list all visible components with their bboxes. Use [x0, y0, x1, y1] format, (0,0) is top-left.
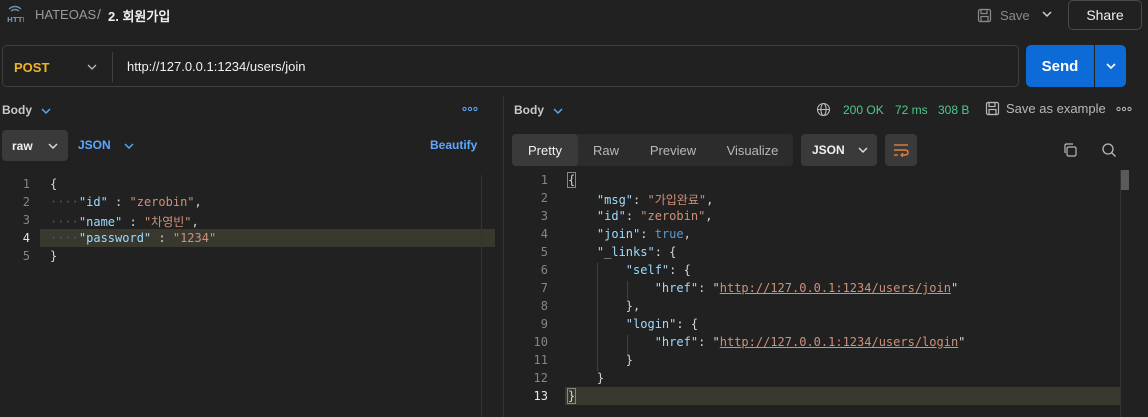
beautify-button[interactable]: Beautify — [430, 138, 477, 152]
code-line: "id": "zerobin", — [596, 209, 713, 223]
line-number: 9 — [540, 317, 548, 331]
save-button[interactable]: Save — [977, 4, 1030, 26]
line-number: 4 — [540, 227, 548, 241]
code-line: } — [568, 371, 605, 385]
code-line: }, — [568, 299, 641, 313]
wrap-lines-icon — [894, 144, 909, 157]
method-select[interactable]: POST — [14, 60, 49, 75]
code-line: } — [568, 353, 634, 367]
chevron-down-icon — [48, 143, 58, 149]
line-number: 3 — [22, 213, 30, 227]
chevron-down-icon — [858, 147, 868, 153]
line-number: 10 — [533, 335, 548, 349]
line-number: 7 — [540, 281, 548, 295]
code-line: "msg": "가입완료", — [596, 193, 714, 207]
request-title[interactable]: 2. 회원가입 — [108, 6, 170, 25]
code-line: "join": true, — [596, 227, 691, 241]
scrollbar-track — [1120, 170, 1121, 417]
save-label: Save — [1000, 7, 1030, 23]
tab-pretty[interactable]: Pretty — [512, 134, 578, 166]
code-line: ····"password" : "1234" — [50, 231, 217, 245]
code-line: "href": "http://127.0.0.1:1234/users/joi… — [654, 281, 959, 295]
chevron-down-icon — [1105, 63, 1116, 70]
response-body-label[interactable]: Body — [514, 103, 544, 117]
line-number: 6 — [540, 263, 548, 277]
chevron-down-icon[interactable] — [552, 105, 564, 117]
line-number: 2 — [22, 195, 30, 209]
send-options-button[interactable] — [1095, 45, 1126, 87]
code-line: ····"name" : "차영빈", — [50, 215, 199, 229]
request-body-label[interactable]: Body — [2, 103, 32, 117]
response-format-select[interactable]: JSON — [801, 134, 877, 166]
body-format-select[interactable]: JSON — [78, 138, 111, 152]
response-view-tabs: Pretty Raw Preview Visualize — [512, 134, 793, 166]
self-link[interactable]: http://127.0.0.1:1234/users/join — [720, 281, 951, 295]
share-button[interactable]: Share — [1068, 0, 1142, 30]
tab-raw[interactable]: Raw — [578, 134, 634, 166]
body-mode-select[interactable]: raw — [2, 130, 68, 161]
top-bar: HTTP HATEOAS / 2. 회원가입 Save Share — [0, 0, 1148, 30]
search-icon[interactable] — [1101, 142, 1117, 158]
response-time[interactable]: 72 ms — [895, 103, 928, 117]
save-icon — [985, 101, 1000, 116]
line-number: 8 — [540, 299, 548, 313]
code-line: "login": { — [625, 317, 699, 331]
line-number: 13 — [533, 389, 548, 403]
code-line: ····"id" : "zerobin", — [50, 195, 202, 209]
login-link[interactable]: http://127.0.0.1:1234/users/login — [720, 335, 958, 349]
save-icon — [977, 8, 992, 22]
line-number: 1 — [22, 177, 30, 191]
current-line-highlight — [565, 387, 1121, 405]
wrap-lines-button[interactable] — [885, 134, 917, 166]
send-button[interactable]: Send — [1026, 45, 1094, 87]
code-line: "href": "http://127.0.0.1:1234/users/log… — [654, 335, 966, 349]
divider — [112, 52, 113, 82]
line-number: 5 — [540, 245, 548, 259]
globe-icon[interactable] — [816, 102, 831, 117]
response-format-label: JSON — [812, 143, 845, 157]
save-as-example-label: Save as example — [1006, 101, 1106, 116]
code-line: } — [50, 249, 58, 263]
code-line: "self": { — [625, 263, 691, 277]
tab-visualize[interactable]: Visualize — [712, 134, 793, 166]
code-line: "_links": { — [596, 245, 677, 259]
breadcrumb-collection[interactable]: HATEOAS — [35, 7, 96, 22]
save-as-example-button[interactable]: Save as example — [985, 101, 1106, 116]
url-bar: POST http://127.0.0.1:1234/users/join — [2, 45, 1019, 87]
scrollbar[interactable] — [1121, 170, 1129, 190]
copy-icon[interactable] — [1062, 142, 1078, 158]
breadcrumb-separator: / — [97, 6, 101, 22]
chevron-down-icon[interactable] — [85, 60, 99, 74]
line-number: 1 — [540, 173, 548, 187]
body-mode-label: raw — [12, 138, 33, 153]
response-size[interactable]: 308 B — [938, 103, 969, 117]
line-number: 4 — [22, 231, 30, 245]
status-code[interactable]: 200 OK — [843, 103, 884, 117]
svg-text:HTTP: HTTP — [7, 16, 24, 24]
scrollbar[interactable] — [481, 175, 495, 417]
line-number: 11 — [533, 353, 548, 367]
code-line: { — [50, 177, 58, 191]
code-line: { — [566, 172, 577, 188]
line-number: 2 — [540, 191, 548, 205]
pane-divider[interactable] — [503, 96, 504, 417]
url-input[interactable]: http://127.0.0.1:1234/users/join — [127, 59, 306, 74]
chevron-down-icon[interactable] — [40, 105, 52, 117]
more-options-icon[interactable] — [1116, 106, 1132, 112]
tab-preview[interactable]: Preview — [634, 134, 712, 166]
code-line: } — [566, 388, 577, 404]
line-number: 3 — [540, 209, 548, 223]
chevron-down-icon[interactable] — [123, 140, 135, 152]
more-options-icon[interactable] — [462, 106, 478, 112]
line-number: 12 — [533, 371, 548, 385]
line-number: 5 — [22, 249, 30, 263]
save-options-chevron-icon[interactable] — [1040, 7, 1054, 21]
http-icon: HTTP — [7, 5, 24, 24]
